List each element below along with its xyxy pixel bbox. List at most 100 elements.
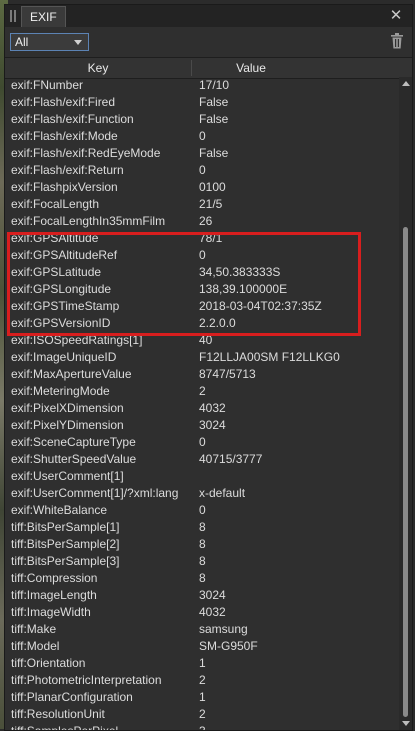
- row-key: exif:FlashpixVersion: [11, 180, 118, 194]
- table-row[interactable]: tiff:Orientation 1: [5, 655, 397, 672]
- table-row[interactable]: exif:FocalLength 21/5: [5, 196, 397, 213]
- table-row[interactable]: exif:FocalLengthIn35mmFilm 26: [5, 213, 397, 230]
- scroll-up-icon[interactable]: [402, 81, 410, 86]
- trash-icon[interactable]: [390, 33, 406, 51]
- close-icon[interactable]: ✕: [388, 8, 404, 24]
- table-row[interactable]: exif:GPSAltitude 78/1: [5, 230, 397, 247]
- scroll-down-icon[interactable]: [402, 721, 410, 726]
- table-row[interactable]: exif:PixelYDimension 3024: [5, 417, 397, 434]
- row-key: tiff:ImageLength: [11, 588, 97, 602]
- table-row[interactable]: exif:WhiteBalance 0: [5, 502, 397, 519]
- row-value: False: [199, 95, 229, 109]
- row-key: exif:GPSLatitude: [11, 265, 102, 279]
- table-row[interactable]: tiff:ImageLength 3024: [5, 587, 397, 604]
- table-row[interactable]: exif:GPSAltitudeRef 0: [5, 247, 397, 264]
- row-key: tiff:Orientation: [11, 656, 86, 670]
- row-key: exif:PixelXDimension: [11, 401, 124, 415]
- chevron-down-icon: [74, 40, 82, 45]
- column-header-key[interactable]: Key: [5, 58, 191, 78]
- row-value: 0: [199, 435, 206, 449]
- table-row[interactable]: exif:UserComment[1]/?xml:lang x-default: [5, 485, 397, 502]
- row-key: tiff:BitsPerSample[1]: [11, 520, 120, 534]
- table-row[interactable]: tiff:Compression 8: [5, 570, 397, 587]
- panel-tab-bar: EXIF ✕: [5, 5, 412, 28]
- row-key: exif:GPSLongitude: [11, 282, 112, 296]
- table-row[interactable]: tiff:ImageWidth 4032: [5, 604, 397, 621]
- row-value: False: [199, 112, 229, 126]
- vertical-scrollbar[interactable]: [399, 77, 412, 730]
- row-key: exif:MeteringMode: [11, 384, 110, 398]
- row-value: 3024: [199, 588, 226, 602]
- panel-grip-icon[interactable]: [10, 10, 16, 22]
- row-value: 2: [199, 707, 206, 721]
- row-value: 2018-03-04T02:37:35Z: [199, 299, 322, 313]
- row-value: SM-G950F: [199, 639, 258, 653]
- row-key: tiff:PlanarConfiguration: [11, 690, 133, 704]
- column-header-value[interactable]: Value: [192, 58, 310, 78]
- table-row[interactable]: tiff:ResolutionUnit 2: [5, 706, 397, 723]
- row-value: 8: [199, 537, 206, 551]
- table-row[interactable]: exif:Flash/exif:Fired False: [5, 94, 397, 111]
- table-row[interactable]: tiff:PhotometricInterpretation 2: [5, 672, 397, 689]
- row-key: exif:MaxApertureValue: [11, 367, 132, 381]
- table-row[interactable]: exif:GPSLongitude 138,39.100000E: [5, 281, 397, 298]
- row-value: 2.2.0.0: [199, 316, 236, 330]
- row-value: 3024: [199, 418, 226, 432]
- row-key: exif:Flash/exif:Mode: [11, 129, 118, 143]
- row-value: samsung: [199, 622, 248, 636]
- table-row[interactable]: exif:GPSVersionID 2.2.0.0: [5, 315, 397, 332]
- table-row[interactable]: tiff:PlanarConfiguration 1: [5, 689, 397, 706]
- tab-exif[interactable]: EXIF: [21, 6, 66, 27]
- row-value: 1: [199, 690, 206, 704]
- row-key: exif:WhiteBalance: [11, 503, 108, 517]
- row-key: exif:ImageUniqueID: [11, 350, 117, 364]
- table-row[interactable]: exif:GPSTimeStamp 2018-03-04T02:37:35Z: [5, 298, 397, 315]
- table-row[interactable]: exif:GPSLatitude 34,50.383333S: [5, 264, 397, 281]
- metadata-table: exif:FNumber 17/10 exif:Flash/exif:Fired Fa…: [5, 77, 397, 730]
- row-value: 1: [199, 656, 206, 670]
- row-key: exif:FNumber: [11, 78, 84, 92]
- row-key: tiff:BitsPerSample[2]: [11, 537, 120, 551]
- table-row[interactable]: exif:MaxApertureValue 8747/5713: [5, 366, 397, 383]
- row-value: 8: [199, 520, 206, 534]
- table-row[interactable]: exif:UserComment[1]: [5, 468, 397, 485]
- row-value: F12LLJA00SM F12LLKG0: [199, 350, 340, 364]
- row-key: tiff:Compression: [11, 571, 98, 585]
- row-key: tiff:PhotometricInterpretation: [11, 673, 162, 687]
- row-key: tiff:ImageWidth: [11, 605, 91, 619]
- table-row[interactable]: tiff:Make samsung: [5, 621, 397, 638]
- row-value: 0: [199, 248, 206, 262]
- row-value: 21/5: [199, 197, 223, 211]
- table-row[interactable]: exif:MeteringMode 2: [5, 383, 397, 400]
- table-row[interactable]: exif:Flash/exif:Mode 0: [5, 128, 397, 145]
- row-value: 26: [199, 214, 213, 228]
- row-value: 4032: [199, 605, 226, 619]
- row-key: tiff:Make: [11, 622, 57, 636]
- filter-dropdown-value: All: [15, 35, 29, 49]
- table-row[interactable]: tiff:Model SM-G950F: [5, 638, 397, 655]
- table-row[interactable]: exif:Flash/exif:Function False: [5, 111, 397, 128]
- row-key: exif:ISOSpeedRatings[1]: [11, 333, 143, 347]
- table-row[interactable]: exif:Flash/exif:RedEyeMode False: [5, 145, 397, 162]
- table-row[interactable]: exif:FlashpixVersion 0100: [5, 179, 397, 196]
- row-key: exif:GPSAltitudeRef: [11, 248, 118, 262]
- table-row[interactable]: exif:ShutterSpeedValue 40715/3777: [5, 451, 397, 468]
- table-row[interactable]: exif:PixelXDimension 4032: [5, 400, 397, 417]
- table-row[interactable]: exif:SceneCaptureType 0: [5, 434, 397, 451]
- table-row[interactable]: tiff:BitsPerSample[3] 8: [5, 553, 397, 570]
- row-key: exif:GPSTimeStamp: [11, 299, 120, 313]
- table-row[interactable]: tiff:BitsPerSample[1] 8: [5, 519, 397, 536]
- row-key: exif:Flash/exif:Return: [11, 163, 124, 177]
- table-row[interactable]: exif:Flash/exif:Return 0: [5, 162, 397, 179]
- row-value: 78/1: [199, 231, 223, 245]
- scrollbar-thumb[interactable]: [403, 227, 408, 717]
- row-key: exif:Flash/exif:RedEyeMode: [11, 146, 161, 160]
- row-value: 40: [199, 333, 213, 347]
- filter-dropdown[interactable]: All: [10, 33, 89, 51]
- table-row[interactable]: exif:ImageUniqueID F12LLJA00SM F12LLKG0: [5, 349, 397, 366]
- table-row[interactable]: tiff:BitsPerSample[2] 8: [5, 536, 397, 553]
- table-row[interactable]: exif:ISOSpeedRatings[1] 40: [5, 332, 397, 349]
- row-key: exif:Flash/exif:Fired: [11, 95, 116, 109]
- row-value: 0100: [199, 180, 226, 194]
- table-row[interactable]: exif:FNumber 17/10: [5, 77, 397, 94]
